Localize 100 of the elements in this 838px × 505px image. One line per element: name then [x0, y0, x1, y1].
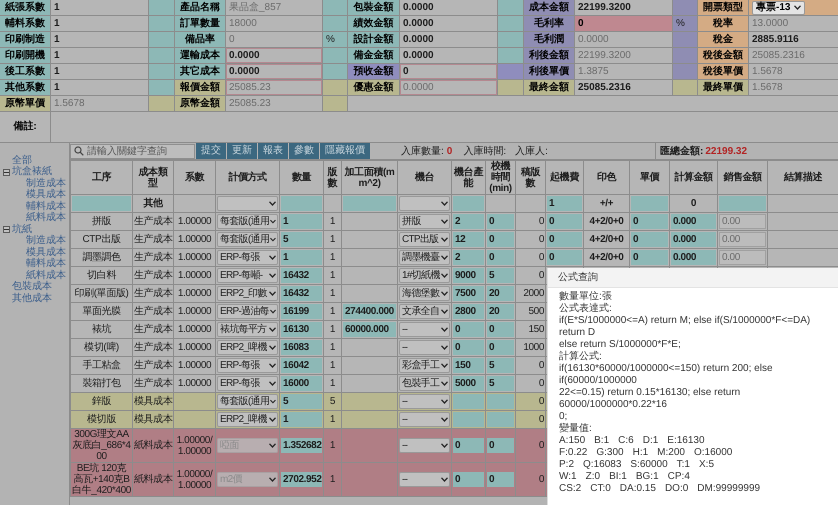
input-field[interactable]: 0 — [453, 340, 484, 355]
input-field[interactable]: 0 — [453, 438, 484, 453]
input-field[interactable]: 1 — [51, 0, 148, 15]
input-field[interactable]: 16042 — [281, 358, 322, 373]
input-field[interactable]: 0 — [487, 214, 514, 229]
input-field[interactable]: 0 — [487, 340, 514, 355]
filter-field[interactable] — [343, 196, 396, 211]
input-field[interactable]: 0 — [487, 250, 514, 265]
input-field[interactable]: 2 — [453, 214, 484, 229]
input-field[interactable] — [453, 412, 484, 427]
input-field[interactable]: 20 — [487, 286, 514, 301]
machine-select[interactable]: -- — [399, 394, 450, 409]
input-field[interactable]: 0.0000 — [400, 16, 497, 31]
input-field[interactable]: 0 — [487, 438, 514, 453]
machine-select[interactable]: 彩盒手工 — [399, 358, 450, 373]
pricing-select[interactable]: 裱坑每平方 — [217, 322, 278, 337]
input-field[interactable]: 5 — [487, 358, 514, 373]
machine-select[interactable]: 拼版 — [399, 214, 450, 229]
input-field[interactable]: 1 — [51, 64, 148, 79]
input-field[interactable]: 22199.3200 — [575, 0, 672, 15]
input-field[interactable]: 0.0000 — [400, 0, 497, 15]
machine-select[interactable]: -- — [399, 340, 450, 355]
input-field[interactable]: 1 — [281, 214, 322, 229]
input-field[interactable]: 2885.9116 — [749, 32, 838, 47]
input-field[interactable]: 7500 — [453, 286, 484, 301]
pricing-select[interactable]: 每套版(通用 — [217, 232, 278, 247]
pricing-select[interactable]: ERP-每噸- — [217, 268, 278, 283]
invoice-type-select[interactable]: 專票-13 — [752, 0, 806, 14]
input-field[interactable]: 0.0000 — [226, 64, 322, 79]
input-field[interactable]: 0 — [453, 472, 484, 487]
input-field[interactable]: 16083 — [281, 340, 322, 355]
input-field[interactable]: 0 — [453, 322, 484, 337]
collapse-icon[interactable] — [3, 226, 10, 234]
input-field[interactable] — [453, 394, 484, 409]
toolbar-button[interactable]: 隱藏報價 — [320, 143, 370, 159]
pricing-select[interactable]: ERP2_印數 — [217, 286, 278, 301]
input-field[interactable]: 60000.000 — [343, 322, 396, 337]
toolbar-button[interactable]: 報表 — [258, 143, 288, 159]
input-field[interactable]: 20 — [487, 304, 514, 319]
input-field[interactable]: 5 — [487, 376, 514, 391]
machine-select[interactable]: -- — [399, 438, 450, 453]
remark-field[interactable] — [51, 112, 838, 142]
input-field[interactable]: 0.0000 — [400, 48, 497, 63]
input-field[interactable]: 1 — [281, 412, 322, 427]
input-field[interactable]: 0 — [487, 322, 514, 337]
input-field[interactable]: 0 — [631, 250, 668, 265]
input-field[interactable]: 0.000 — [671, 232, 716, 247]
input-field[interactable]: 2 — [453, 250, 484, 265]
machine-select[interactable]: 包裝手工 — [399, 376, 450, 391]
input-field[interactable]: 0 — [400, 64, 497, 79]
pricing-select[interactable]: ERP-每張 — [217, 250, 278, 265]
input-field[interactable]: 16199 — [281, 304, 322, 319]
pricing-select[interactable]: 每套版(通用 — [217, 394, 278, 409]
input-field[interactable]: 0.0000 — [226, 48, 322, 63]
input-field[interactable]: 5 — [487, 268, 514, 283]
pricing-select[interactable]: ERP-每張 — [217, 376, 278, 391]
toolbar-button[interactable]: 參數 — [289, 143, 319, 159]
input-field[interactable]: 1.352682 — [281, 438, 322, 453]
filter-field[interactable] — [631, 196, 668, 211]
search-field[interactable]: 請輸入關鍵字查詢 — [70, 144, 195, 158]
input-field[interactable]: 0 — [547, 250, 582, 265]
input-field[interactable]: 0.000 — [671, 214, 716, 229]
pricing-select[interactable]: ERP2_啤機 — [217, 340, 278, 355]
pricing-select[interactable]: ERP-每張 — [217, 358, 278, 373]
pricing-select[interactable]: ERP2_啤機 — [217, 412, 278, 427]
input-field[interactable]: 5 — [281, 232, 322, 247]
input-field[interactable]: 274400.000 — [343, 304, 396, 319]
input-field[interactable]: 2702.952 — [281, 472, 322, 487]
filter-select[interactable] — [399, 196, 450, 211]
input-field[interactable]: 25085.2316 — [575, 80, 672, 95]
machine-select[interactable]: 調墨機臺 — [399, 250, 450, 265]
input-field[interactable]: 0 — [547, 232, 582, 247]
input-field[interactable]: 5000 — [453, 376, 484, 391]
input-field[interactable]: 0.000 — [671, 250, 716, 265]
collapse-icon[interactable] — [3, 168, 10, 176]
input-field[interactable] — [487, 394, 514, 409]
input-field[interactable]: 1 — [51, 16, 148, 31]
machine-select[interactable]: 文承全自 — [399, 304, 450, 319]
input-field[interactable]: 5 — [281, 394, 322, 409]
filter-field[interactable] — [72, 196, 131, 211]
input-field[interactable]: 16000 — [281, 376, 322, 391]
input-field[interactable]: 1 — [51, 80, 148, 95]
toolbar-button[interactable]: 更新 — [227, 143, 257, 159]
input-field[interactable]: 1 — [51, 48, 148, 63]
pricing-select[interactable]: 每套版(通用 — [217, 214, 278, 229]
machine-select[interactable]: CTP出版 — [399, 232, 450, 247]
input-field[interactable]: 9000 — [453, 268, 484, 283]
filter-select[interactable] — [217, 196, 278, 211]
machine-select[interactable]: -- — [399, 472, 450, 487]
toolbar-button[interactable]: 提交 — [196, 143, 226, 159]
input-field[interactable]: 1 — [281, 250, 322, 265]
filter-field[interactable] — [453, 196, 484, 211]
input-field[interactable]: 1 — [51, 32, 148, 47]
input-field[interactable]: 0.0000 — [400, 32, 497, 47]
input-field[interactable]: 0 — [487, 472, 514, 487]
input-field[interactable]: 2800 — [453, 304, 484, 319]
filter-field[interactable]: 1 — [547, 196, 582, 211]
filter-field[interactable] — [719, 196, 766, 211]
input-field[interactable]: 0 — [487, 232, 514, 247]
input-field[interactable]: 0 — [575, 16, 672, 31]
